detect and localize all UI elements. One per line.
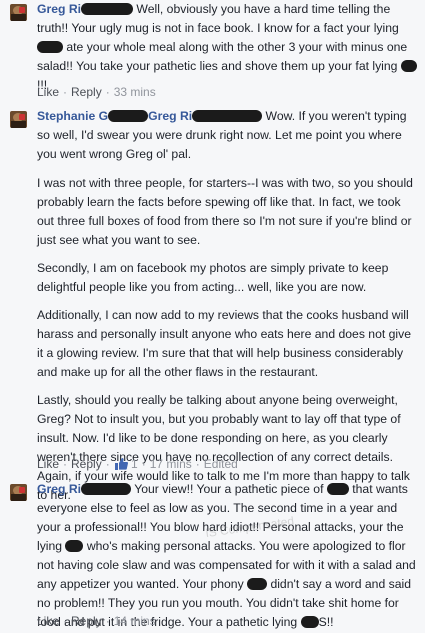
- like-count[interactable]: 1: [131, 457, 138, 471]
- comment-author[interactable]: Greg Ri: [37, 482, 81, 496]
- comment-text: Your view!! Your a pathetic piece of: [134, 482, 327, 496]
- reply-link[interactable]: Reply: [71, 614, 102, 628]
- avatar[interactable]: [10, 484, 27, 501]
- redaction-mark: [81, 3, 134, 15]
- like-link[interactable]: Like: [37, 457, 59, 471]
- comment-actions: Like · Reply · 33 mins: [37, 85, 156, 99]
- timestamp[interactable]: 33 mins: [114, 85, 156, 99]
- like-link[interactable]: Like: [37, 85, 59, 99]
- comment-body: Greg Ri Your view!! Your a pathetic piec…: [37, 480, 417, 632]
- comment-author[interactable]: Greg Ri: [37, 2, 81, 16]
- reply-link[interactable]: Reply: [71, 85, 102, 99]
- redaction-mark: [37, 41, 63, 53]
- edited-label[interactable]: Edited: [204, 457, 238, 471]
- timestamp[interactable]: 17 mins: [150, 457, 192, 471]
- comment-body: Greg Ri Well, obviously you have a hard …: [37, 0, 417, 95]
- reply-link[interactable]: Reply: [71, 457, 102, 471]
- comment-paragraph: Stephanie G Greg Ri Wow. If you weren't t…: [37, 107, 417, 164]
- redaction-mark: [192, 110, 263, 122]
- comment-paragraph: I was not with three people, for starter…: [37, 176, 413, 247]
- redaction-mark: [247, 578, 268, 590]
- redaction-mark: [326, 483, 349, 495]
- comment-author[interactable]: Stephanie G: [37, 109, 108, 123]
- avatar[interactable]: [10, 4, 27, 21]
- comment-text: S!!: [318, 615, 334, 629]
- comment-paragraph: Secondly, I am on facebook my photos are…: [37, 261, 389, 294]
- avatar[interactable]: [10, 111, 27, 128]
- comment-thread: Greg Ri Well, obviously you have a hard …: [0, 0, 425, 633]
- like-link[interactable]: Like: [37, 614, 59, 628]
- redaction-mark: [108, 110, 149, 122]
- comment-paragraph: Additionally, I can now add to my review…: [37, 308, 411, 379]
- redaction-mark: [400, 60, 417, 72]
- tagged-name[interactable]: Greg Ri: [148, 109, 192, 123]
- redaction-mark: [65, 540, 84, 552]
- comment-actions: Like · Reply · 1 · 17 mins · Edited: [37, 457, 238, 473]
- redaction-mark: [300, 616, 319, 628]
- timestamp[interactable]: 14 mins: [114, 614, 156, 628]
- comment-actions: Like · Reply · 14 mins: [37, 614, 156, 628]
- redaction-mark: [81, 483, 132, 495]
- thumbs-up-icon[interactable]: [114, 457, 128, 473]
- comment-body: Stephanie G Greg Ri Wow. If you weren't t…: [37, 107, 417, 514]
- comment-text: ate your whole meal along with the other…: [37, 40, 408, 73]
